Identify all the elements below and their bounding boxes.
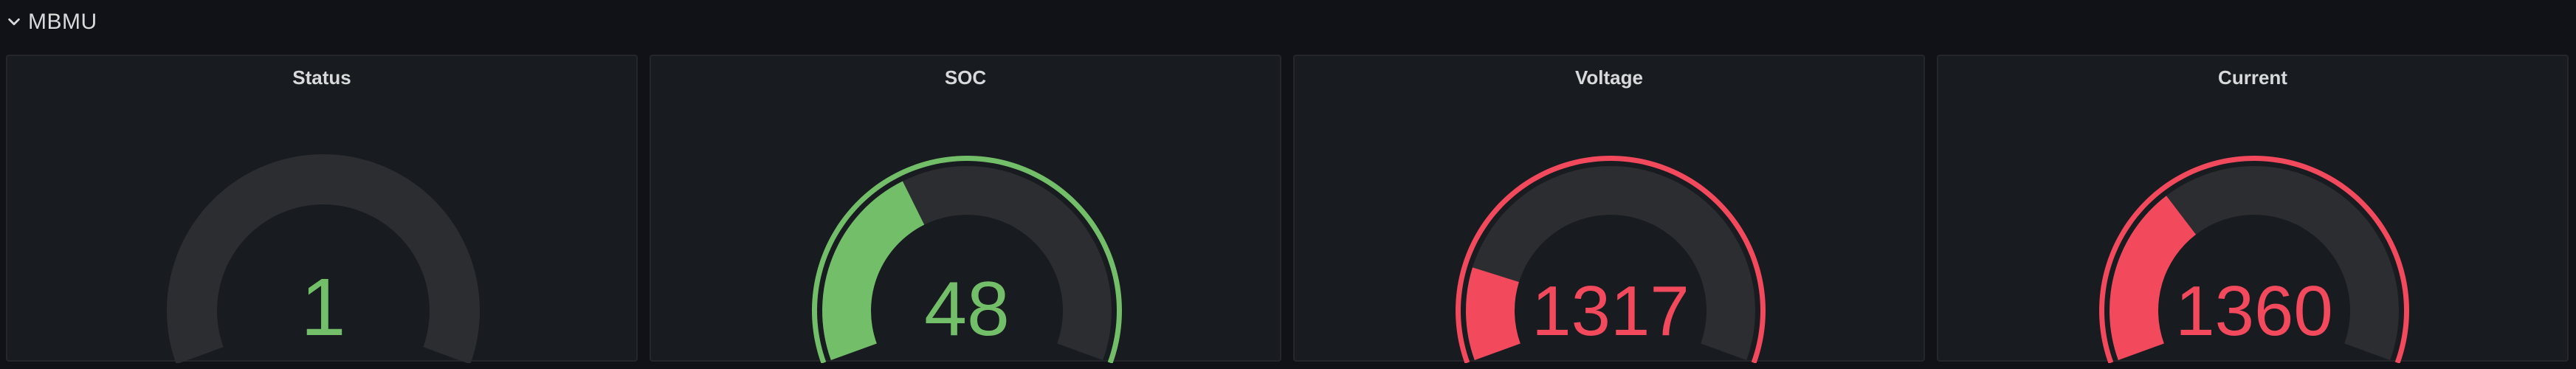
panel-voltage[interactable]: Voltage 1317 bbox=[1293, 55, 1925, 363]
gauge-value: 1317 bbox=[1532, 272, 1690, 351]
gauge-current: 1360 bbox=[2099, 156, 2409, 363]
gauge-fill bbox=[822, 181, 925, 361]
panel-status[interactable]: Status 1 bbox=[6, 55, 638, 363]
panel-soc[interactable]: SOC 48 bbox=[650, 55, 1281, 363]
gauge-value: 1 bbox=[300, 262, 345, 353]
row-title: MBMU bbox=[28, 10, 97, 34]
panel-current[interactable]: Current 1360 bbox=[1937, 55, 2569, 363]
chevron-down-icon bbox=[8, 18, 20, 26]
gauge-value: 48 bbox=[924, 266, 1010, 352]
gauge-soc: 48 bbox=[812, 156, 1122, 363]
gauge-value: 1360 bbox=[2175, 272, 2333, 351]
row-header-mbmu[interactable]: MBMU bbox=[6, 4, 97, 40]
gauge-status: 1 bbox=[167, 154, 480, 363]
gauge-fill bbox=[1466, 267, 1521, 361]
gauge-voltage: 1317 bbox=[1456, 156, 1766, 363]
